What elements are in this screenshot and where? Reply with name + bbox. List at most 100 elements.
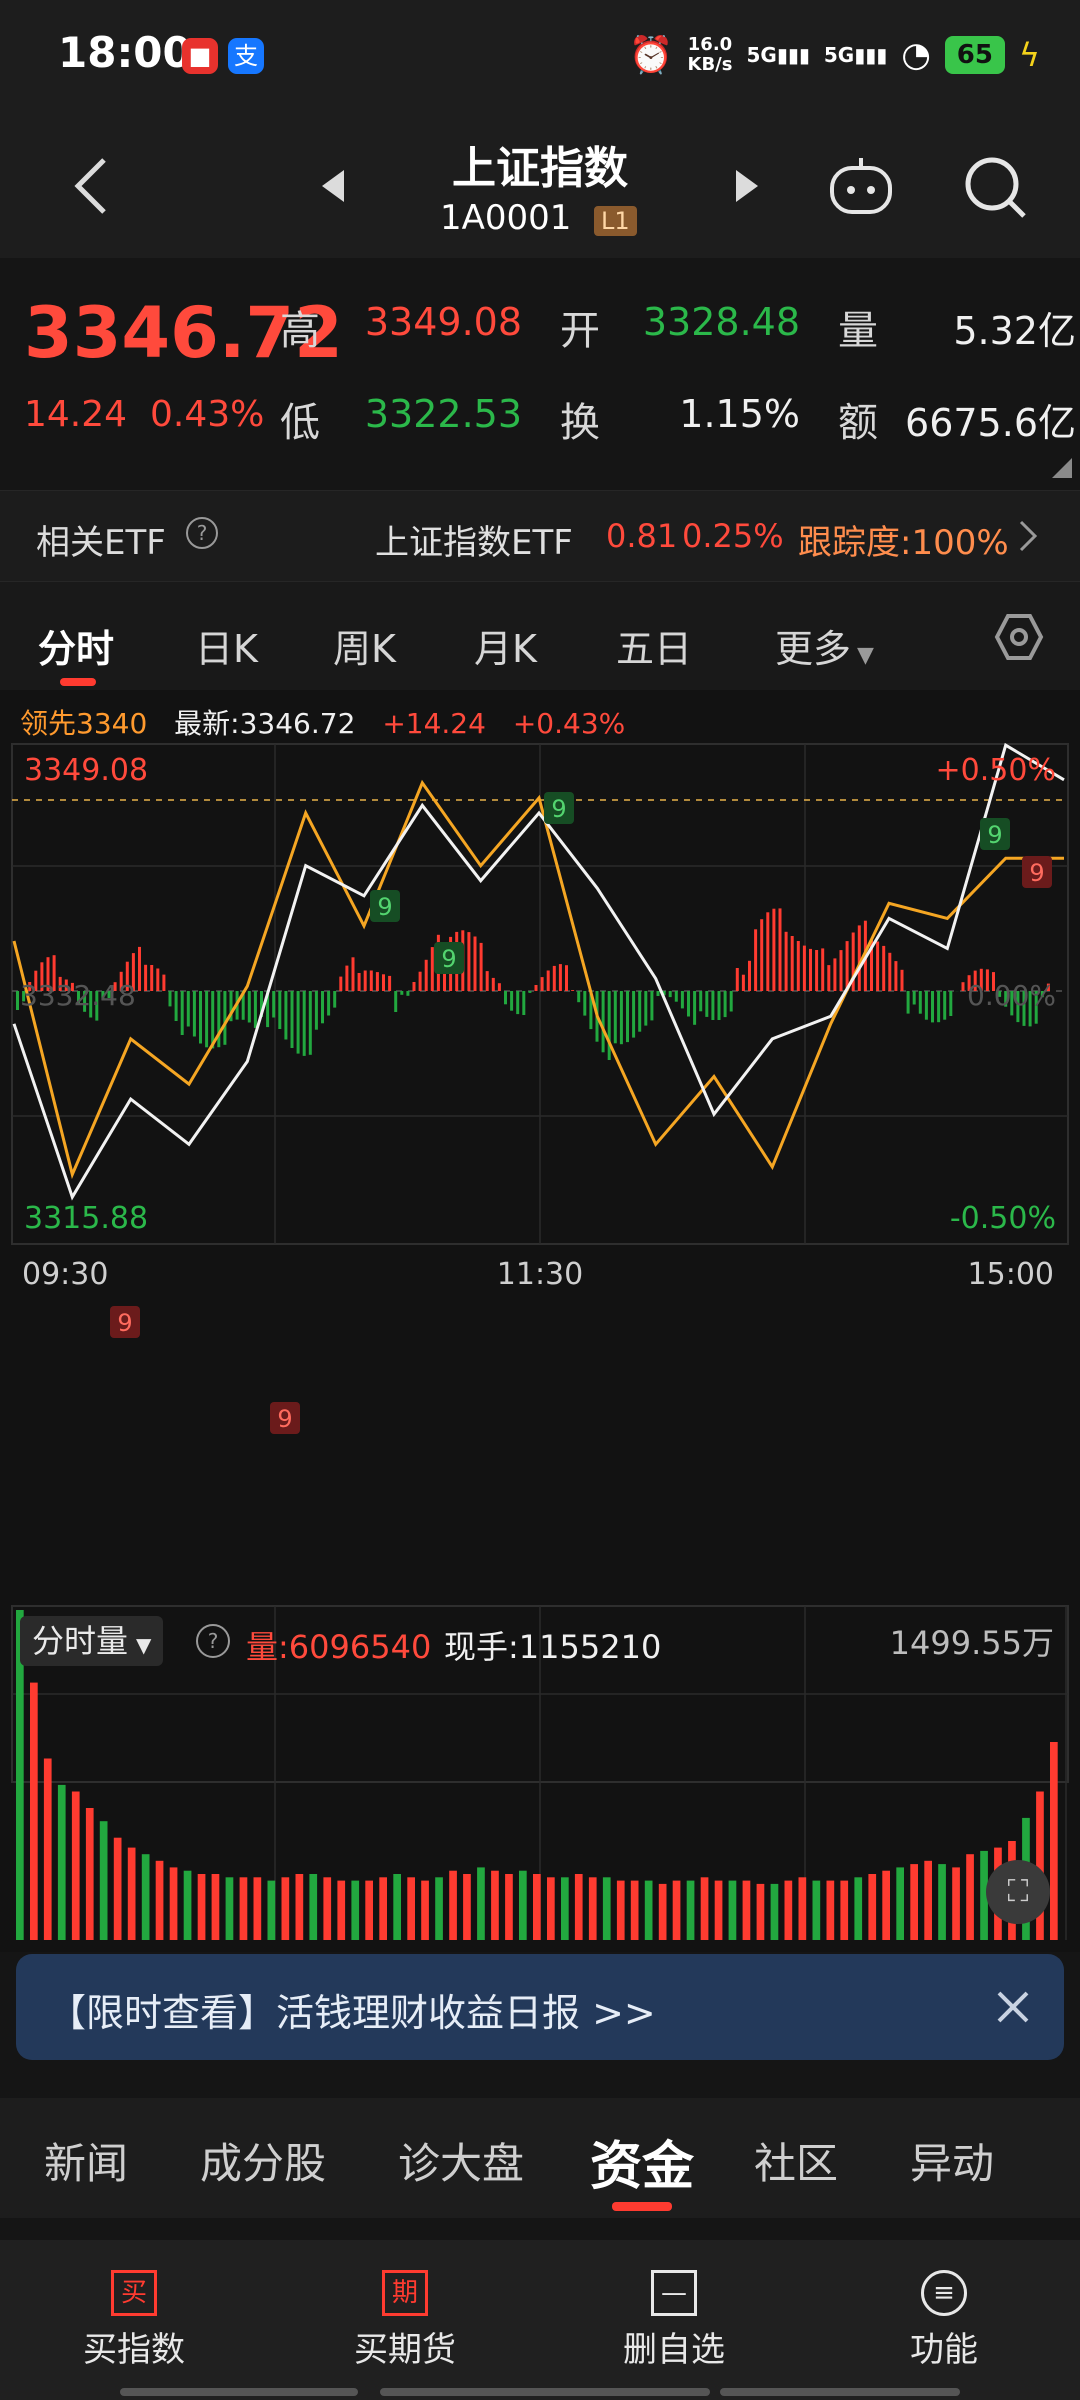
volume-bar xyxy=(113,1837,122,1940)
svg-text:9: 9 xyxy=(277,1405,292,1433)
volume-bar xyxy=(868,1874,877,1940)
tab-constituents[interactable]: 成分股 xyxy=(200,2130,326,2191)
charging-icon: ϟ xyxy=(1018,36,1040,74)
page-title: 上证指数 xyxy=(452,143,628,194)
tab-more[interactable]: 更多 ▼ xyxy=(775,618,874,673)
minute-bar xyxy=(174,991,178,1021)
tab-movements[interactable]: 异动 xyxy=(910,2130,994,2191)
volume-bar xyxy=(463,1874,471,1940)
minute-bar xyxy=(583,991,587,1016)
volume-bar xyxy=(477,1867,485,1940)
minute-bar xyxy=(552,965,556,991)
quote-panel: 3346.72 14.24 0.43% 高 3349.08 开 3328.48 … xyxy=(0,258,1080,490)
tab-daily-k[interactable]: 日K xyxy=(195,618,258,673)
minute-bar xyxy=(296,991,300,1054)
minute-bar xyxy=(601,991,605,1053)
minute-bar xyxy=(388,975,392,991)
volume-bar xyxy=(183,1870,192,1940)
volume-bar xyxy=(99,1821,108,1940)
volume-help-icon[interactable]: ? xyxy=(196,1624,230,1658)
related-etf-bar[interactable]: 相关ETF ? 上证指数ETF 0.81 0.25% 跟踪度:100% xyxy=(0,490,1080,582)
volume-bar xyxy=(239,1877,248,1940)
level-badge: L1 xyxy=(594,206,637,236)
tab-community[interactable]: 社区 xyxy=(754,2130,838,2191)
robot-assistant-icon[interactable] xyxy=(826,154,896,218)
tab-funds[interactable]: 资金 xyxy=(590,2124,694,2199)
minute-bar xyxy=(748,960,751,991)
tab-intraday[interactable]: 分时 xyxy=(38,618,114,673)
nav-handle-3 xyxy=(720,2388,960,2396)
help-icon[interactable]: ? xyxy=(186,517,218,549)
minute-bar xyxy=(937,991,941,1023)
minute-bar xyxy=(790,936,794,991)
x-label-mid: 11:30 xyxy=(497,1257,583,1292)
x-label-start: 09:30 xyxy=(22,1257,108,1292)
minute-bar xyxy=(504,991,507,1005)
minute-bar xyxy=(339,976,343,991)
buy-icon: 买 xyxy=(111,2270,157,2316)
minute-bar xyxy=(674,991,678,1002)
minute-bar xyxy=(528,991,532,993)
price-change: 14.24 xyxy=(24,394,128,435)
volume-bar xyxy=(197,1874,206,1940)
promo-banner[interactable]: 【限时查看】活钱理财收益日报 >> xyxy=(16,1954,1064,2060)
minute-bar xyxy=(180,991,184,1035)
intraday-chart[interactable]: 9 9 9 9 9 9 9 3349.08 3332.48 3315.88 +0… xyxy=(0,690,1080,1952)
minute-bar xyxy=(290,991,294,1048)
volume-bar xyxy=(644,1880,653,1940)
volume-bar xyxy=(756,1883,765,1940)
minute-bar xyxy=(699,991,703,1012)
chevron-right-icon[interactable] xyxy=(1018,519,1038,553)
buy-index-button[interactable]: 买 买指数 xyxy=(34,2270,234,2371)
minute-bar xyxy=(186,991,190,1027)
open-value: 3328.48 xyxy=(642,300,800,344)
marker-badge-6: 9 xyxy=(980,818,1010,850)
marker-badge-5: 9 xyxy=(544,792,574,824)
status-bar: 18:00 ■ 支 ⏰ 16.0 KB/s 5G▮▮▮ 5G▮▮▮ ◔ 65 ϟ xyxy=(0,0,1080,110)
minute-bar xyxy=(168,991,172,1007)
volume-bar xyxy=(379,1877,387,1940)
tab-diagnosis[interactable]: 诊大盘 xyxy=(398,2130,524,2191)
etf-pct: 0.25% xyxy=(682,517,784,555)
next-index-icon[interactable] xyxy=(732,166,762,206)
minute-bar xyxy=(827,965,831,991)
volume-bar xyxy=(127,1847,136,1940)
tab-news[interactable]: 新闻 xyxy=(44,2130,128,2191)
volume-bar xyxy=(938,1864,946,1940)
volume-bar xyxy=(798,1877,807,1940)
tab-five-day[interactable]: 五日 xyxy=(616,618,692,673)
minute-bar xyxy=(321,991,324,1024)
volume-type-select[interactable]: 分时量 ▼ xyxy=(20,1616,164,1666)
minute-bar xyxy=(363,970,367,991)
minute-bar xyxy=(247,991,251,1023)
page-header: 上证指数 1A0001 L1 xyxy=(0,110,1080,258)
minute-bar xyxy=(357,973,361,991)
index-code: 1A0001 xyxy=(440,198,572,238)
period-tabs: 分时 日K 周K 月K 五日 更多 ▼ xyxy=(0,582,1080,690)
chart-settings-icon[interactable] xyxy=(994,612,1044,662)
search-icon[interactable] xyxy=(962,154,1030,222)
minute-bar xyxy=(382,974,385,991)
functions-button[interactable]: ≡ 功能 xyxy=(844,2270,1044,2371)
minute-bar xyxy=(845,941,849,991)
alipay-notification-icon: 支 xyxy=(228,38,264,74)
remove-watchlist-button[interactable]: — 删自选 xyxy=(574,2270,774,2371)
minute-bar xyxy=(400,991,404,995)
tab-weekly-k[interactable]: 周K xyxy=(333,618,396,673)
menu-circle-icon: ≡ xyxy=(921,2270,967,2316)
buy-futures-button[interactable]: 期 买期货 xyxy=(305,2270,505,2371)
minute-bar xyxy=(723,991,727,1018)
volume-bar xyxy=(71,1791,80,1940)
volume-bar xyxy=(966,1854,974,1940)
volume-bar xyxy=(43,1758,52,1940)
minute-bar xyxy=(467,932,471,991)
volume-bar xyxy=(561,1877,569,1940)
minute-bar xyxy=(809,948,812,991)
volume-label: 量 xyxy=(838,308,878,354)
volume-bar xyxy=(812,1880,821,1940)
close-icon[interactable] xyxy=(996,1990,1030,2024)
tab-monthly-k[interactable]: 月K xyxy=(474,618,537,673)
fullscreen-icon[interactable]: ⛶ xyxy=(986,1860,1050,1924)
minute-bar xyxy=(961,982,965,991)
signal-icon-1: 5G▮▮▮ xyxy=(746,43,810,67)
